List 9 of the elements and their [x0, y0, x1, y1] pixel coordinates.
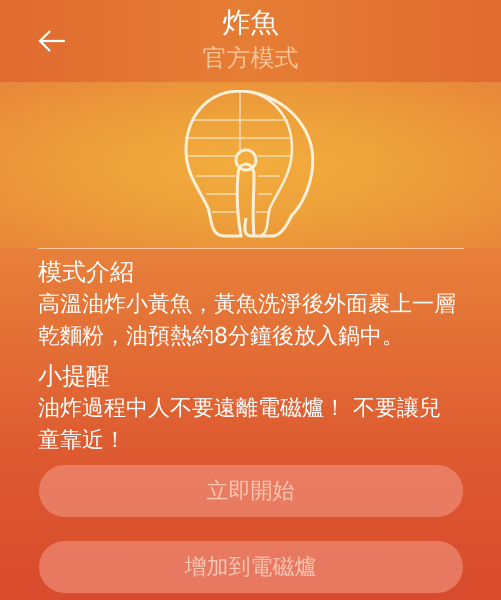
section-heading: 模式介紹 [38, 257, 135, 288]
section-text: 油炸過程中人不要遠離電磁爐！ 不要讓兒童靠近！ [38, 395, 442, 455]
section-heading: 小提醒 [38, 361, 111, 392]
page-title: 炸魚 [222, 5, 278, 41]
action-button[interactable]: 增加到電磁爐 [38, 541, 462, 593]
section-text: 高溫油炸小黃魚，黃魚洗淨後外面裹上一層乾麵粉，油預熱約8分鐘後放入鍋中。 [38, 291, 457, 351]
action-button[interactable]: 立即開始 [38, 465, 462, 517]
page-subtitle: 官方模式 [202, 43, 298, 74]
back-icon[interactable] [38, 30, 66, 52]
